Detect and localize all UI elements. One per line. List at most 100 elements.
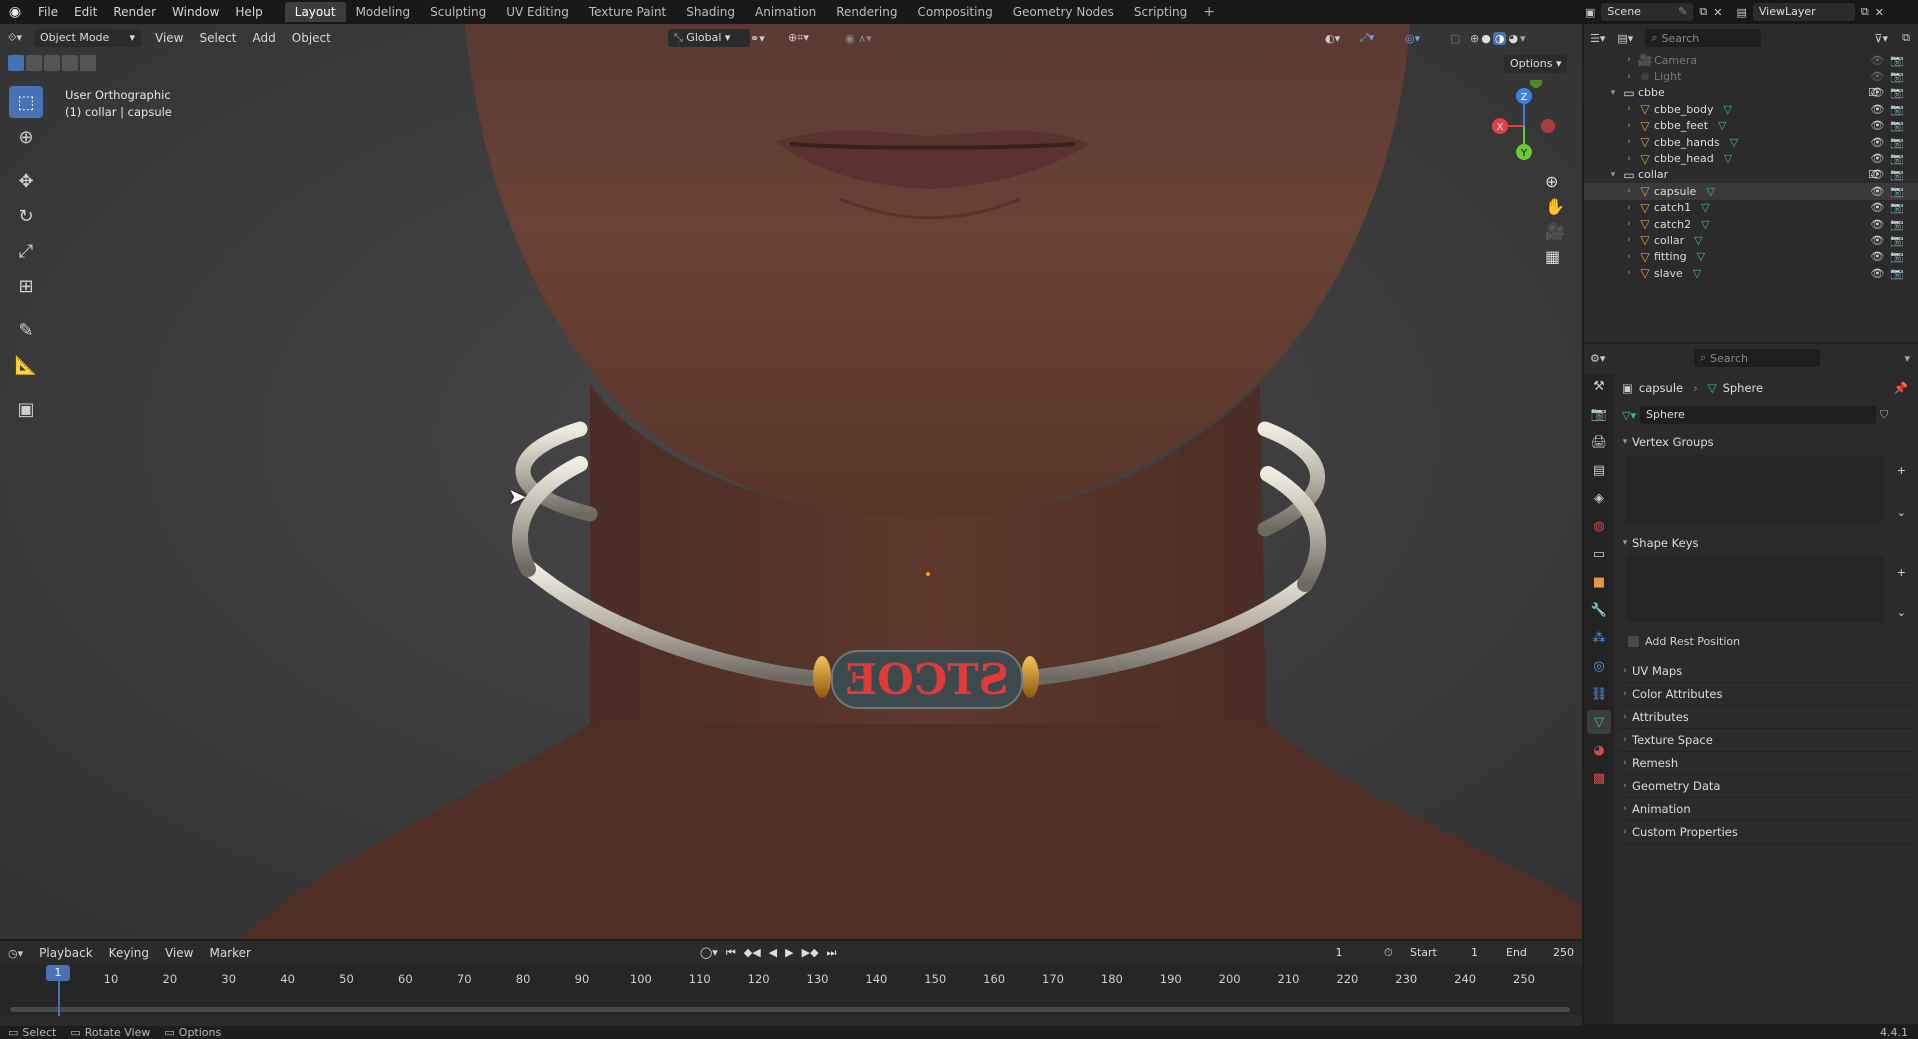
gizmo-toggle-icon[interactable]: ⤢▾ (1360, 31, 1374, 45)
rendered-shading-icon[interactable]: ◕ (1508, 32, 1518, 45)
visibility-icon[interactable]: ◐▾ (1325, 32, 1340, 45)
expand-toggle-icon[interactable]: › (1622, 55, 1636, 65)
select-intersect-icon[interactable] (80, 55, 96, 71)
timeline-scrollbar[interactable] (10, 1007, 1570, 1012)
outliner-item-cbbe[interactable]: ▾ ▭ cbbe ☑ 👁📷 (1584, 85, 1918, 101)
select-invert-icon[interactable] (62, 55, 78, 71)
mesh-data-icon[interactable]: ▽ (1724, 103, 1732, 116)
workspace-tab-layout[interactable]: Layout (284, 2, 346, 22)
section-animation[interactable]: › Animation (1618, 798, 1914, 821)
camera-view-icon[interactable]: 🎥 (1545, 222, 1565, 241)
constraints-tab-icon[interactable]: ⛓ (1587, 682, 1611, 706)
new-collection-icon[interactable]: ⧉ (1902, 31, 1910, 45)
visibility-render-icons[interactable]: 👁📷 (1870, 54, 1910, 67)
measure-tool-icon[interactable]: 📐 (9, 349, 43, 381)
scene-icon[interactable]: ▣ (1585, 6, 1595, 19)
expand-toggle-icon[interactable]: › (1622, 186, 1636, 196)
outliner-search[interactable]: ⌕ Search (1645, 29, 1762, 47)
data-tab-icon[interactable]: ▽ (1587, 710, 1611, 734)
visibility-render-icons[interactable]: 👁📷 (1870, 267, 1910, 280)
outliner-editor-icon[interactable]: ☰▾ (1590, 32, 1605, 45)
visibility-render-icons[interactable]: 👁📷 (1870, 168, 1910, 181)
outliner-item-cbbe_body[interactable]: › ▽ cbbe_body ▽ 👁📷 (1584, 101, 1918, 117)
annotate-tool-icon[interactable]: ✎ (9, 314, 43, 346)
material-tab-icon[interactable]: ◕ (1587, 738, 1611, 762)
menu-file[interactable]: File (30, 0, 66, 24)
expand-toggle-icon[interactable]: › (1622, 219, 1636, 229)
vertex-group-menu-icon[interactable]: ⌄ (1897, 506, 1906, 519)
display-mode-icon[interactable]: ▤▾ (1617, 32, 1633, 45)
pin-icon[interactable]: 📌 (1894, 381, 1908, 395)
current-frame-field[interactable]: 1 (1303, 944, 1375, 962)
jump-end-icon[interactable]: ⏭ (827, 946, 837, 960)
expand-toggle-icon[interactable]: › (1622, 104, 1636, 114)
menu-window[interactable]: Window (164, 0, 227, 24)
expand-toggle-icon[interactable]: › (1622, 235, 1636, 245)
render-tab-icon[interactable]: 📷 (1587, 402, 1611, 426)
mesh-data-icon[interactable]: ▽ (1724, 152, 1732, 165)
viewport-menu-add[interactable]: Add (245, 31, 284, 45)
outliner-item-catch2[interactable]: › ▽ catch2 ▽ 👁📷 (1584, 216, 1918, 232)
mesh-browse-icon[interactable]: ▽▾ (1622, 409, 1636, 422)
ortho-grid-icon[interactable]: ▦ (1545, 247, 1565, 266)
navigation-gizmo[interactable]: Z X Y (1478, 80, 1570, 172)
delete-viewlayer-icon[interactable]: ✕ (1875, 6, 1884, 19)
next-keyframe-icon[interactable]: ▶◆ (802, 946, 819, 960)
material-shading-icon[interactable]: ◑ (1492, 31, 1507, 45)
modifier-tab-icon[interactable]: 🔧 (1587, 598, 1611, 622)
move-tool-icon[interactable]: ✥ (9, 165, 43, 197)
outliner-item-collar[interactable]: › ▽ collar ▽ 👁📷 (1584, 232, 1918, 248)
workspace-tab-rendering[interactable]: Rendering (826, 2, 907, 22)
editor-type-icon[interactable]: ⟐▾ (0, 31, 30, 45)
mesh-data-icon[interactable]: ▽ (1718, 119, 1726, 132)
pan-hand-icon[interactable]: ✋ (1545, 197, 1565, 216)
vertex-group-add-icon[interactable]: + (1897, 464, 1906, 477)
timeline-menu-keying[interactable]: Keying (101, 946, 157, 960)
outliner-item-collar[interactable]: ▾ ▭ collar ☑ 👁📷 (1584, 167, 1918, 183)
tool-tab-icon[interactable]: ⚒ (1587, 374, 1611, 398)
mesh-name-field[interactable]: Sphere (1639, 406, 1876, 424)
scene-selector[interactable]: Scene ✎ (1601, 3, 1694, 21)
expand-toggle-icon[interactable]: › (1622, 154, 1636, 164)
select-box-tool-icon[interactable]: ⬚ (9, 86, 43, 118)
cursor-tool-icon[interactable]: ⊕ (9, 121, 43, 153)
timeline-menu-marker[interactable]: Marker (201, 946, 258, 960)
menu-render[interactable]: Render (105, 0, 164, 24)
viewlayer-icon[interactable]: ▤ (1736, 6, 1746, 19)
scale-tool-icon[interactable]: ⤢ (9, 235, 43, 267)
transform-tool-icon[interactable]: ⊞ (9, 270, 43, 302)
mesh-data-icon[interactable]: ▽ (1694, 234, 1702, 247)
vertex-groups-list[interactable] (1626, 455, 1884, 523)
start-frame-field[interactable]: Start 1 (1404, 944, 1484, 962)
visibility-render-icons[interactable]: 👁📷 (1870, 250, 1910, 263)
options-button[interactable]: Options ▾ (1504, 55, 1568, 73)
outliner-item-fitting[interactable]: › ▽ fitting ▽ 👁📷 (1584, 249, 1918, 265)
expand-toggle-icon[interactable]: › (1622, 203, 1636, 213)
section-uv-maps[interactable]: › UV Maps (1618, 660, 1914, 683)
fake-user-icon[interactable]: ⛉ (1880, 408, 1888, 422)
end-frame-field[interactable]: End 250 (1500, 944, 1580, 962)
viewlayer-selector[interactable]: ViewLayer (1752, 3, 1855, 21)
properties-search[interactable]: ⌕ Search (1694, 349, 1820, 367)
select-new-icon[interactable] (8, 55, 24, 71)
mesh-data-icon[interactable]: ▽ (1706, 185, 1714, 198)
visibility-render-icons[interactable]: 👁📷 (1870, 234, 1910, 247)
expand-toggle-icon[interactable]: › (1622, 137, 1636, 147)
new-viewlayer-icon[interactable]: ⧉ (1861, 5, 1869, 19)
snap-icon[interactable]: ⊕⌗▾ (788, 31, 809, 45)
view-layer-tab-icon[interactable]: ▤ (1587, 458, 1611, 482)
outliner-item-slave[interactable]: › ▽ slave ▽ 👁📷 (1584, 265, 1918, 281)
auto-key-icon[interactable]: ◯▾ (700, 946, 718, 960)
visibility-render-icons[interactable]: 👁📷 (1870, 103, 1910, 116)
outliner-item-cbbe_head[interactable]: › ▽ cbbe_head ▽ 👁📷 (1584, 150, 1918, 166)
mesh-data-icon[interactable]: ▽ (1693, 267, 1701, 280)
mesh-data-icon[interactable]: ▽ (1730, 136, 1738, 149)
proportional-edit-icon[interactable]: ◉ ∧▾ (845, 32, 872, 45)
pivot-icon[interactable]: ⚭▾ (750, 32, 765, 45)
visibility-render-icons[interactable]: 👁📷 (1870, 201, 1910, 214)
timeline-menu-playback[interactable]: Playback (31, 946, 101, 960)
section-texture-space[interactable]: › Texture Space (1618, 729, 1914, 752)
vertex-groups-header[interactable]: ▾ Vertex Groups (1618, 428, 1914, 455)
expand-toggle-icon[interactable]: ▾ (1606, 170, 1620, 180)
menu-edit[interactable]: Edit (66, 0, 105, 24)
